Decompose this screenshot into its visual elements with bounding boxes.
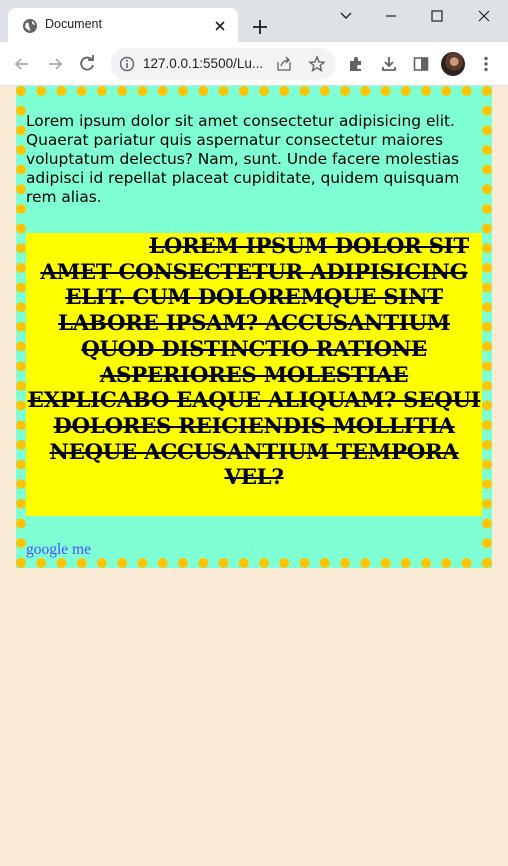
arrow-right-icon[interactable]	[45, 54, 65, 74]
minimize-icon[interactable]	[381, 6, 401, 26]
page-viewport: Lorem ipsum dolor sit amet consectetur a…	[0, 86, 508, 866]
plus-icon[interactable]	[250, 17, 270, 37]
info-icon[interactable]	[119, 56, 135, 72]
browser-tab[interactable]: Document	[8, 8, 238, 42]
globe-icon	[23, 19, 37, 33]
browser-toolbar: 127.0.0.1:5500/Lu...	[0, 42, 508, 86]
close-icon[interactable]	[212, 18, 228, 34]
address-bar[interactable]: 127.0.0.1:5500/Lu...	[110, 48, 336, 80]
intro-paragraph: Lorem ipsum dolor sit amet consectetur a…	[26, 112, 460, 206]
reload-icon[interactable]	[77, 54, 97, 74]
side-panel-icon[interactable]	[411, 54, 431, 74]
window-close-icon[interactable]	[474, 6, 494, 26]
download-icon[interactable]	[379, 54, 399, 74]
tab-title: Document	[45, 17, 102, 31]
avatar[interactable]	[441, 52, 465, 76]
maximize-icon[interactable]	[427, 6, 447, 26]
puzzle-icon[interactable]	[346, 54, 366, 74]
highlight-paragraph: Lorem ipsum dolor sit amet consectetur a…	[27, 234, 481, 491]
url-text[interactable]: 127.0.0.1:5500/Lu...	[143, 56, 263, 71]
share-icon[interactable]	[276, 56, 292, 72]
chevron-down-icon[interactable]	[336, 6, 356, 26]
arrow-left-icon[interactable]	[12, 54, 32, 74]
highlight-block: Lorem ipsum dolor sit amet consectetur a…	[26, 233, 482, 516]
kebab-menu-icon[interactable]	[476, 54, 496, 74]
star-icon[interactable]	[308, 55, 326, 73]
google-link[interactable]: google me	[26, 541, 91, 559]
content-container: Lorem ipsum dolor sit amet consectetur a…	[16, 86, 492, 568]
tab-strip: Document	[0, 0, 508, 42]
